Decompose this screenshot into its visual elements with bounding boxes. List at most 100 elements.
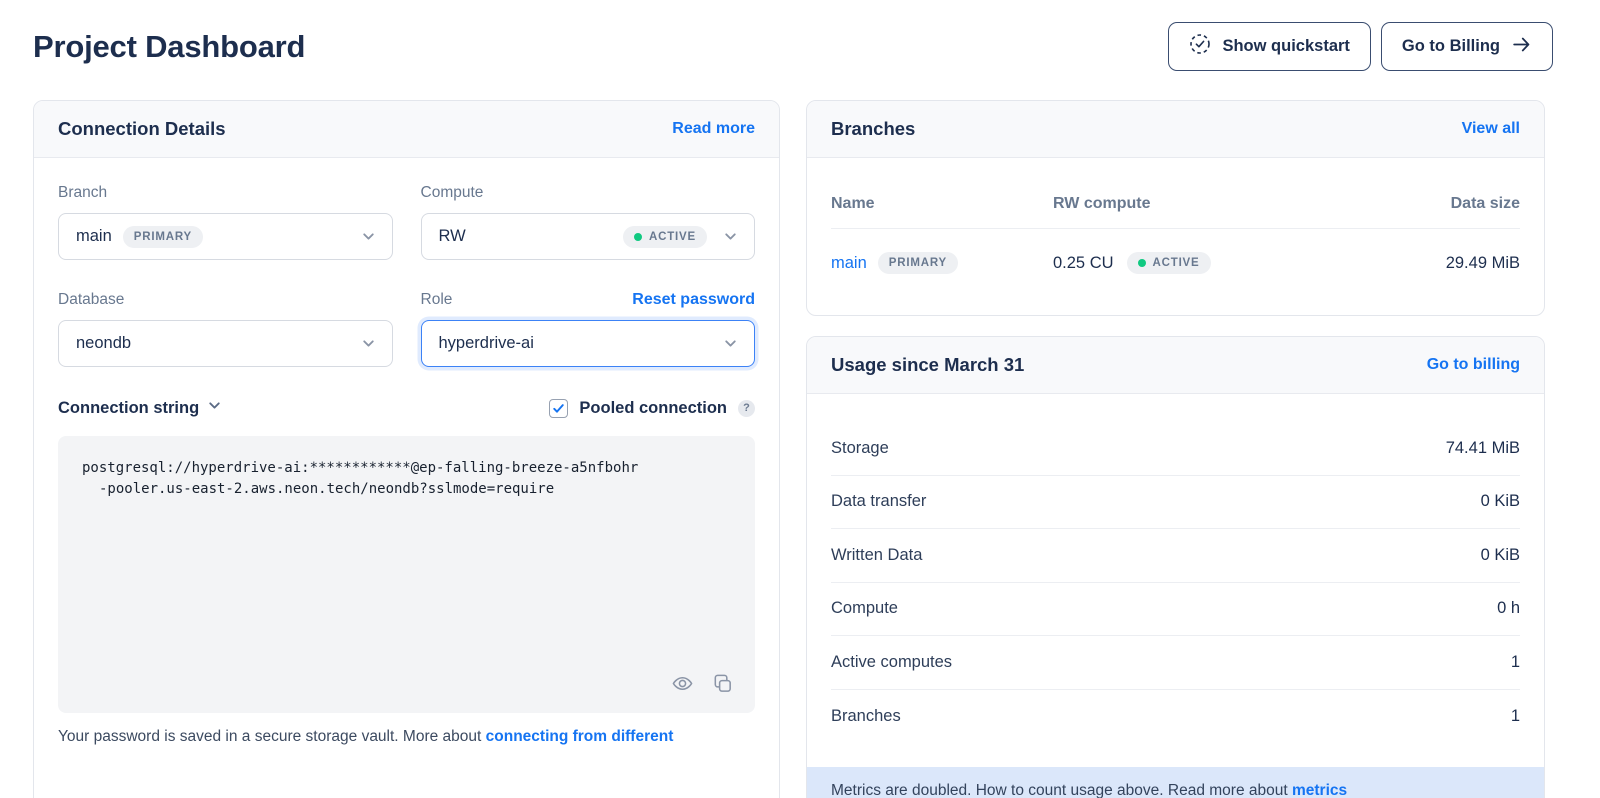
branches-table: Name RW compute Data size main PRIMARY 0… <box>807 158 1544 298</box>
usage-value: 0 KiB <box>1481 492 1520 511</box>
chevron-down-icon <box>722 335 739 352</box>
copy-icon <box>711 672 734 698</box>
password-vault-note-text: Your password is saved in a secure stora… <box>58 728 486 745</box>
compute-select-value: RW <box>439 227 466 246</box>
usage-value: 1 <box>1511 707 1520 726</box>
branch-select[interactable]: main PRIMARY <box>58 213 393 260</box>
chevron-down-icon <box>206 397 223 419</box>
connection-string-line-1: postgresql://hyperdrive-ai:************@… <box>82 458 731 479</box>
header-actions: Show quickstart Go to Billing <box>1168 22 1553 71</box>
connection-details-header: Connection Details Read more <box>34 101 779 158</box>
usage-value: 1 <box>1511 653 1520 672</box>
branch-primary-badge: PRIMARY <box>123 226 203 248</box>
usage-row-branches: Branches 1 <box>831 690 1520 744</box>
branch-compute-cell: 0.25 CU ACTIVE <box>1053 252 1446 274</box>
connection-string-actions <box>671 672 734 698</box>
pooled-connection-control: Pooled connection ? <box>549 399 755 418</box>
quickstart-dashed-check-icon <box>1189 33 1211 60</box>
branch-main-link[interactable]: main <box>831 254 867 273</box>
database-label: Database <box>58 291 124 309</box>
eye-icon <box>671 672 694 698</box>
usage-value: 0 h <box>1497 599 1520 618</box>
role-field: Role Reset password hyperdrive-ai <box>421 290 756 367</box>
show-quickstart-label: Show quickstart <box>1222 37 1349 56</box>
password-vault-note: Your password is saved in a secure stora… <box>58 728 755 746</box>
usage-card: Usage since March 31 Go to billing Stora… <box>806 336 1545 798</box>
connection-details-card: Connection Details Read more Branch main… <box>33 100 780 798</box>
reset-password-link[interactable]: Reset password <box>632 291 755 309</box>
branch-name-cell: main PRIMARY <box>831 252 1053 274</box>
go-to-billing-link[interactable]: Go to billing <box>1427 356 1520 374</box>
chevron-down-icon <box>360 335 377 352</box>
active-status-dot <box>1138 259 1146 267</box>
compute-label: Compute <box>421 184 484 202</box>
connection-string-line-2: -pooler.us-east-2.aws.neon.tech/neondb?s… <box>82 479 731 500</box>
column-data-size: Data size <box>1451 195 1520 213</box>
go-to-billing-button[interactable]: Go to Billing <box>1381 22 1553 71</box>
role-select[interactable]: hyperdrive-ai <box>421 320 756 367</box>
usage-label: Storage <box>831 439 889 458</box>
chevron-down-icon <box>360 228 377 245</box>
chevron-down-icon <box>722 228 739 245</box>
connection-form: Branch main PRIMARY Compute RW ACTIVE <box>58 183 755 367</box>
question-mark-icon[interactable]: ? <box>738 400 755 417</box>
copy-button[interactable] <box>711 672 734 698</box>
column-rw-compute: RW compute <box>1053 195 1451 213</box>
usage-row-compute: Compute 0 h <box>831 583 1520 637</box>
usage-row-storage: Storage 74.41 MiB <box>831 422 1520 476</box>
arrow-right-icon <box>1511 34 1532 60</box>
role-label: Role <box>421 291 453 309</box>
usage-row-written-data: Written Data 0 KiB <box>831 529 1520 583</box>
usage-label: Active computes <box>831 653 952 672</box>
usage-label: Branches <box>831 707 901 726</box>
connection-string-box: postgresql://hyperdrive-ai:************@… <box>58 436 755 713</box>
usage-label: Data transfer <box>831 492 926 511</box>
read-more-link[interactable]: Read more <box>672 120 755 138</box>
usage-row-active-computes: Active computes 1 <box>831 636 1520 690</box>
usage-metrics-note: Metrics are doubled. How to count usage … <box>807 767 1544 798</box>
compute-active-badge: ACTIVE <box>623 226 707 248</box>
connection-details-body: Branch main PRIMARY Compute RW ACTIVE <box>34 158 779 746</box>
usage-rows: Storage 74.41 MiB Data transfer 0 KiB Wr… <box>807 394 1544 743</box>
active-status-dot <box>634 233 642 241</box>
metrics-link[interactable]: metrics <box>1292 782 1347 798</box>
go-to-billing-label: Go to Billing <box>1402 37 1500 56</box>
compute-field: Compute RW ACTIVE <box>421 183 756 260</box>
connection-string-label: Connection string <box>58 399 199 418</box>
usage-row-data-transfer: Data transfer 0 KiB <box>831 476 1520 530</box>
branch-active-badge: ACTIVE <box>1127 252 1211 274</box>
branch-label: Branch <box>58 184 107 202</box>
branch-select-value: main <box>76 227 112 246</box>
show-quickstart-button[interactable]: Show quickstart <box>1168 22 1370 71</box>
role-select-value: hyperdrive-ai <box>439 334 534 353</box>
connection-string-toggle[interactable]: Connection string <box>58 397 223 419</box>
usage-label: Written Data <box>831 546 922 565</box>
view-all-link[interactable]: View all <box>1462 120 1520 138</box>
database-select[interactable]: neondb <box>58 320 393 367</box>
database-field: Database neondb <box>58 290 393 367</box>
database-select-value: neondb <box>76 334 131 353</box>
branches-title: Branches <box>831 118 915 140</box>
connection-string-toolbar: Connection string Pooled connection ? <box>58 397 755 419</box>
branch-data-size: 29.49 MiB <box>1446 254 1520 273</box>
pooled-connection-label: Pooled connection <box>579 399 727 418</box>
connection-details-title: Connection Details <box>58 118 226 140</box>
pooled-connection-checkbox[interactable] <box>549 399 568 418</box>
compute-select[interactable]: RW ACTIVE <box>421 213 756 260</box>
usage-value: 0 KiB <box>1481 546 1520 565</box>
branch-primary-badge: PRIMARY <box>878 252 958 274</box>
usage-label: Compute <box>831 599 898 618</box>
branch-field: Branch main PRIMARY <box>58 183 393 260</box>
branches-card: Branches View all Name RW compute Data s… <box>806 100 1545 316</box>
connecting-from-different-link[interactable]: connecting from different <box>486 728 674 745</box>
column-name: Name <box>831 195 1053 213</box>
page-title: Project Dashboard <box>33 29 305 65</box>
page-header: Project Dashboard Show quickstart Go to … <box>0 0 1600 71</box>
branch-compute-value: 0.25 CU <box>1053 254 1114 273</box>
reveal-password-button[interactable] <box>671 672 694 698</box>
usage-value: 74.41 MiB <box>1446 439 1520 458</box>
usage-metrics-note-text: Metrics are doubled. How to count usage … <box>831 782 1292 798</box>
branches-header: Branches View all <box>807 101 1544 158</box>
usage-header: Usage since March 31 Go to billing <box>807 337 1544 394</box>
branch-row-main: main PRIMARY 0.25 CU ACTIVE 29.49 MiB <box>831 229 1520 298</box>
